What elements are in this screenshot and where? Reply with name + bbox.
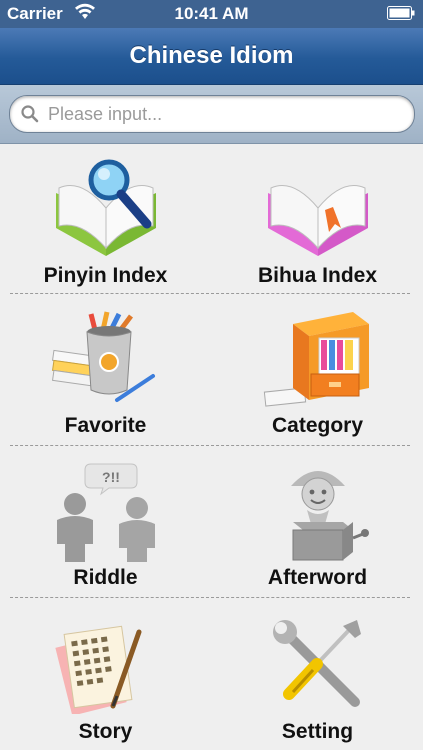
row-divider bbox=[10, 293, 410, 294]
menu-item-setting[interactable]: Setting bbox=[212, 600, 423, 750]
row-divider bbox=[10, 445, 410, 446]
pencil-cup-icon bbox=[51, 311, 155, 402]
search-input[interactable] bbox=[46, 100, 400, 128]
people-question-icon: ?!! bbox=[56, 463, 155, 562]
jack-in-the-box-icon bbox=[290, 471, 369, 561]
paper-pen-icon bbox=[54, 625, 141, 714]
wrench-screwdriver-icon bbox=[272, 620, 361, 707]
page-title: Chinese Idiom bbox=[129, 42, 294, 69]
search-box[interactable] bbox=[9, 95, 415, 133]
open-book-magnifier-icon bbox=[55, 159, 156, 256]
menu-item-label: Bihua Index bbox=[257, 264, 378, 287]
row-divider bbox=[10, 597, 410, 598]
menu-item-pinyin-index[interactable]: Pinyin Index bbox=[0, 144, 211, 294]
status-bar: Carrier 10:41 AM bbox=[0, 0, 423, 28]
open-book-bookmark-icon bbox=[267, 185, 368, 256]
menu-item-label: Favorite bbox=[64, 414, 147, 437]
menu-item-label: Riddle bbox=[73, 566, 138, 589]
search-icon bbox=[21, 105, 39, 123]
menu-item-category[interactable]: Category bbox=[212, 296, 423, 446]
file-cabinet-icon bbox=[263, 312, 369, 407]
menu-item-label: Pinyin Index bbox=[43, 264, 168, 287]
clock: 10:41 AM bbox=[174, 4, 249, 23]
menu-item-afterword[interactable]: Afterword bbox=[212, 448, 423, 598]
menu-item-story[interactable]: Story bbox=[0, 600, 211, 750]
menu-item-riddle[interactable]: ?!! Riddle bbox=[0, 448, 211, 598]
menu-item-label: Story bbox=[78, 720, 133, 743]
menu-item-label: Category bbox=[271, 414, 364, 437]
menu-item-label: Afterword bbox=[267, 566, 368, 589]
navigation-bar: Chinese Idiom bbox=[0, 28, 423, 85]
menu-item-bihua-index[interactable]: Bihua Index bbox=[212, 144, 423, 294]
menu-item-favorite[interactable]: Favorite bbox=[0, 296, 211, 446]
battery-icon bbox=[387, 6, 415, 20]
svg-text:?!!: ?!! bbox=[102, 469, 120, 485]
search-bar bbox=[0, 85, 423, 144]
menu-item-label: Setting bbox=[281, 720, 354, 743]
